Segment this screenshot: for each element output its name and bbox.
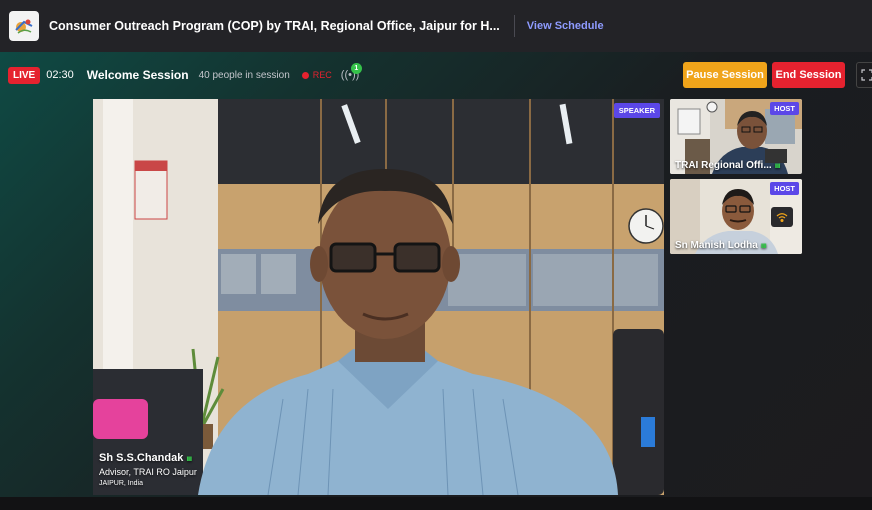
record-dot-icon bbox=[301, 71, 309, 79]
host-tag: HOST bbox=[770, 102, 799, 115]
participant-tile[interactable]: HOST TRAI Regional Offi... ıııı bbox=[670, 99, 802, 174]
fullscreen-icon[interactable] bbox=[856, 62, 872, 88]
participant-name: TRAI Regional Offi... ıııı bbox=[675, 160, 781, 171]
participant-name-text: Sn Manish Lodha bbox=[675, 240, 758, 251]
rec-label: REC bbox=[312, 70, 332, 80]
speaker-name-text: Sh S.S.Chandak bbox=[99, 452, 184, 464]
end-session-button[interactable]: End Session bbox=[772, 62, 845, 88]
audio-level-icon: ıııı bbox=[760, 241, 767, 250]
speaker-location: JAIPUR, India bbox=[99, 480, 143, 487]
event-app: Consumer Outreach Program (COP) by TRAI,… bbox=[0, 0, 872, 510]
audio-level-icon: ıııı bbox=[186, 454, 192, 463]
host-tag: HOST bbox=[770, 182, 799, 195]
pause-session-button[interactable]: Pause Session bbox=[683, 62, 767, 88]
speaker-video-frame bbox=[93, 99, 664, 495]
top-header: Consumer Outreach Program (COP) by TRAI,… bbox=[0, 0, 872, 52]
view-schedule-link[interactable]: View Schedule bbox=[527, 20, 604, 32]
bottom-strip bbox=[0, 497, 872, 510]
main-speaker-video[interactable]: SPEAKER Sh S.S.Chandak ıııı Advisor, TRAI… bbox=[93, 99, 664, 495]
audio-level-icon: ıııı bbox=[774, 161, 781, 170]
event-title: Consumer Outreach Program (COP) by TRAI,… bbox=[49, 19, 500, 33]
wifi-icon bbox=[771, 207, 793, 227]
live-badge: LIVE bbox=[8, 66, 41, 84]
signal-count-badge: 1 bbox=[350, 63, 362, 74]
people-count: 40 people in session bbox=[198, 69, 290, 81]
speaker-name: Sh S.S.Chandak ıııı bbox=[99, 452, 192, 464]
broadcast-signal-icon[interactable]: ((•)) 1 bbox=[341, 63, 362, 81]
session-timer: 02:30 bbox=[46, 69, 74, 81]
participant-name: Sn Manish Lodha ıııı bbox=[675, 240, 767, 251]
stage-area: LIVE 02:30 Welcome Session 40 people in … bbox=[0, 52, 872, 510]
header-divider bbox=[513, 15, 515, 37]
speaker-tag: SPEAKER bbox=[613, 103, 660, 118]
speaker-role: Advisor, TRAI RO Jaipur bbox=[99, 467, 197, 477]
participant-tile[interactable]: HOST Sn Manish Lodha ıııı bbox=[670, 179, 802, 254]
session-name: Welcome Session bbox=[86, 68, 189, 82]
participant-name-text: TRAI Regional Offi... bbox=[675, 160, 772, 171]
event-logo-icon bbox=[9, 11, 39, 41]
